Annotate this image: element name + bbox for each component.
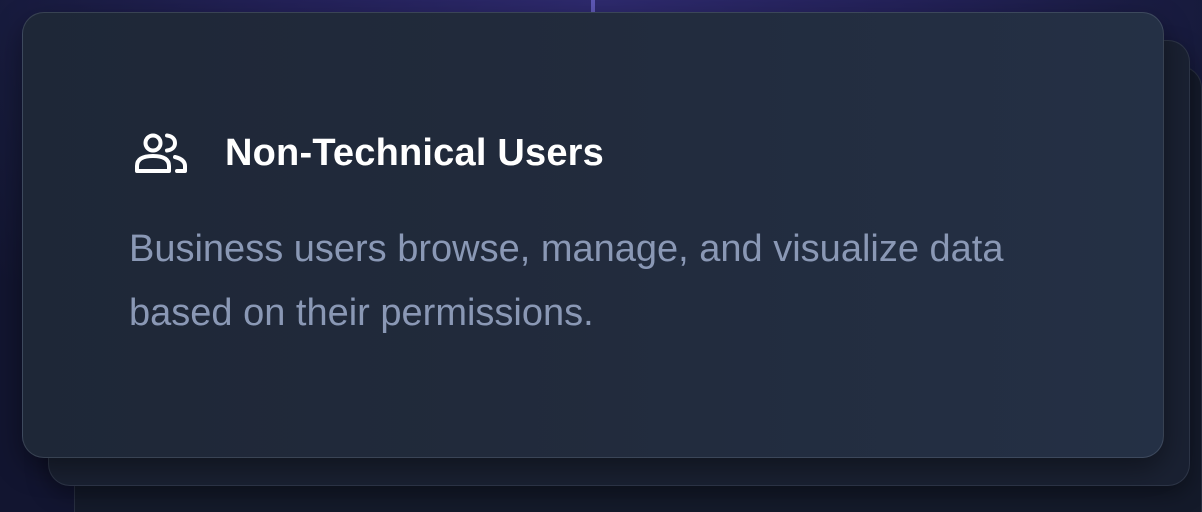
feature-card: Non-Technical Users Business users brows… — [22, 12, 1164, 458]
card-description: Business users browse, manage, and visua… — [129, 228, 1004, 334]
card-title: Non-Technical Users — [225, 131, 604, 174]
users-icon — [133, 131, 189, 175]
card-header: Non-Technical Users — [133, 131, 604, 175]
top-accent-line — [591, 0, 595, 12]
